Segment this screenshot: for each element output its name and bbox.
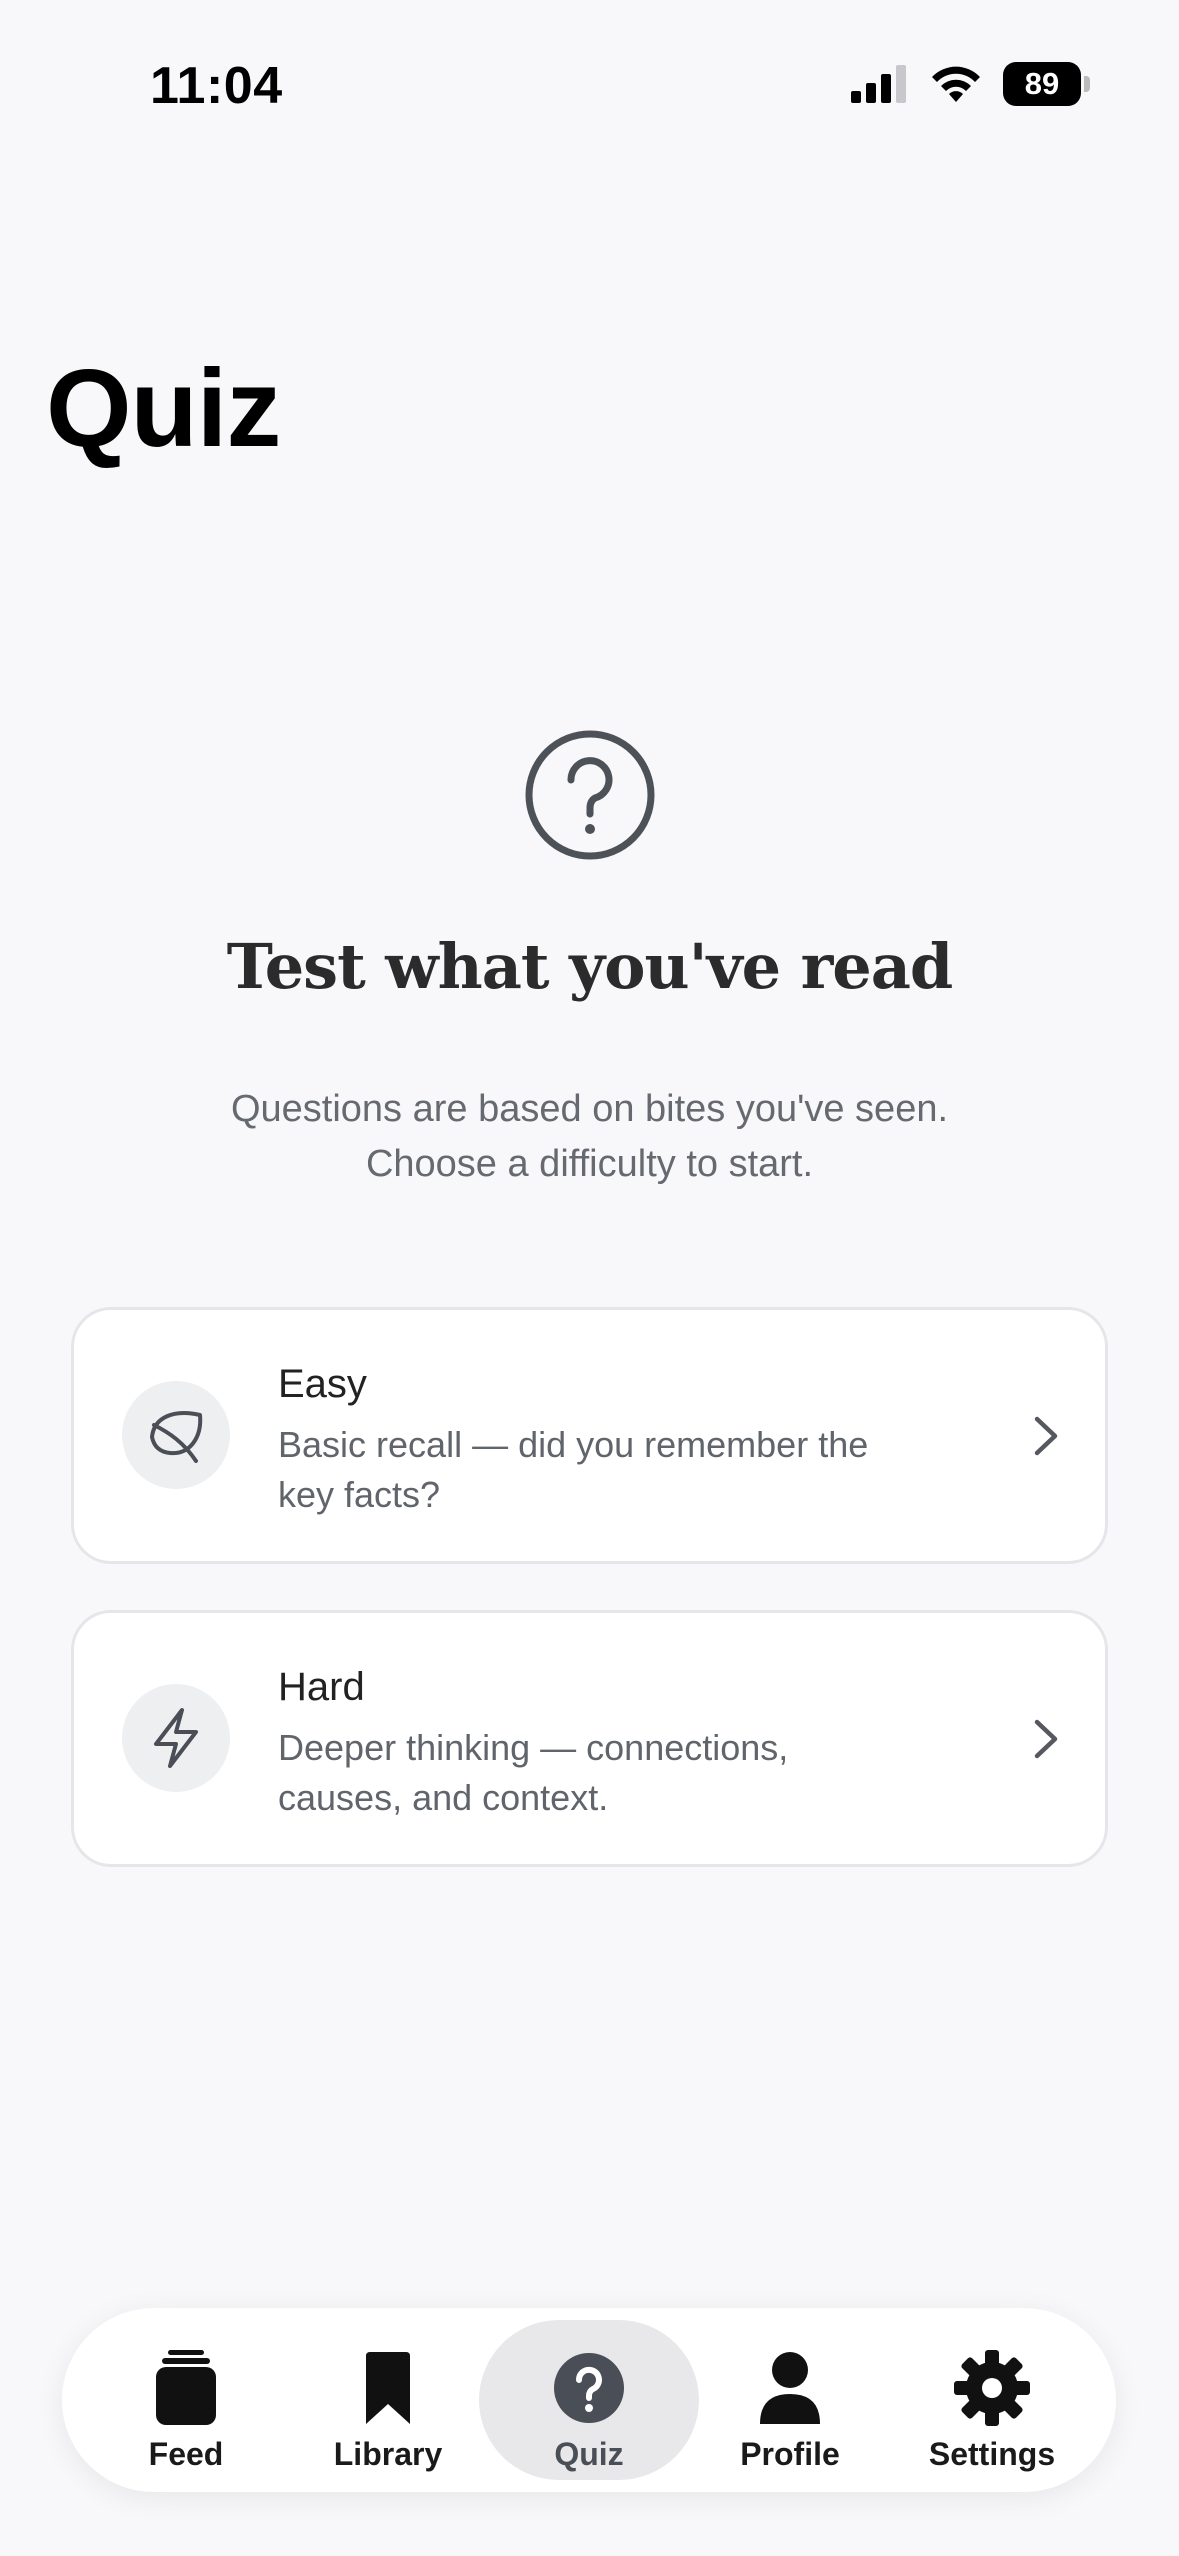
chevron-right-icon	[1034, 1719, 1058, 1759]
tab-quiz[interactable]: Quiz	[479, 2320, 699, 2480]
bottom-tab-bar: Feed Library Quiz Profile Settings	[62, 2308, 1116, 2492]
easy-icon-badge	[122, 1381, 230, 1489]
status-icons: 89	[851, 62, 1090, 106]
chevron-right-icon	[1034, 1416, 1058, 1456]
feed-stack-icon	[156, 2350, 216, 2425]
hard-icon-badge	[122, 1684, 230, 1792]
tab-settings-label: Settings	[928, 2436, 1056, 2472]
wifi-icon	[932, 66, 980, 102]
gear-icon	[954, 2350, 1030, 2426]
bookmark-icon	[366, 2352, 410, 2424]
lightning-icon	[154, 1708, 198, 1768]
hard-description: Deeper thinking — connections, causes, a…	[278, 1727, 789, 1818]
battery-indicator: 89	[1003, 62, 1090, 106]
hero-subtitle-line-2: Choose a difficulty to start.	[365, 1143, 814, 1185]
easy-title: Easy	[278, 1362, 367, 1406]
hero-heading: Test what you've read	[226, 930, 954, 1003]
tab-quiz-label: Quiz	[554, 2436, 624, 2472]
cellular-signal-icon	[851, 65, 906, 103]
tab-feed-label: Feed	[148, 2436, 224, 2472]
tab-settings[interactable]: Settings	[882, 2320, 1102, 2480]
status-time: 11:04	[150, 57, 283, 115]
difficulty-card-hard[interactable]: Hard Deeper thinking — connections, caus…	[71, 1610, 1108, 1867]
tab-profile[interactable]: Profile	[680, 2320, 900, 2480]
tab-library-label: Library	[333, 2436, 443, 2472]
quiz-screen: 11:04 89 Quiz Test what you've read Ques…	[0, 0, 1179, 2556]
easy-description: Basic recall — did you remember the key …	[278, 1424, 869, 1515]
person-icon	[760, 2352, 820, 2424]
question-circle-icon	[525, 730, 655, 860]
tab-feed[interactable]: Feed	[76, 2320, 296, 2480]
question-circle-icon	[554, 2353, 624, 2423]
page-title: Quiz	[46, 347, 281, 470]
leaf-icon	[150, 1411, 203, 1463]
hero-subtitle: Questions are based on bites you've seen…	[0, 1082, 1179, 1192]
hero-subtitle-line-1: Questions are based on bites you've seen…	[230, 1088, 949, 1130]
tab-library[interactable]: Library	[278, 2320, 498, 2480]
tab-profile-label: Profile	[740, 2436, 840, 2472]
difficulty-card-easy[interactable]: Easy Basic recall — did you remember the…	[71, 1307, 1108, 1564]
hard-title: Hard	[278, 1665, 365, 1709]
